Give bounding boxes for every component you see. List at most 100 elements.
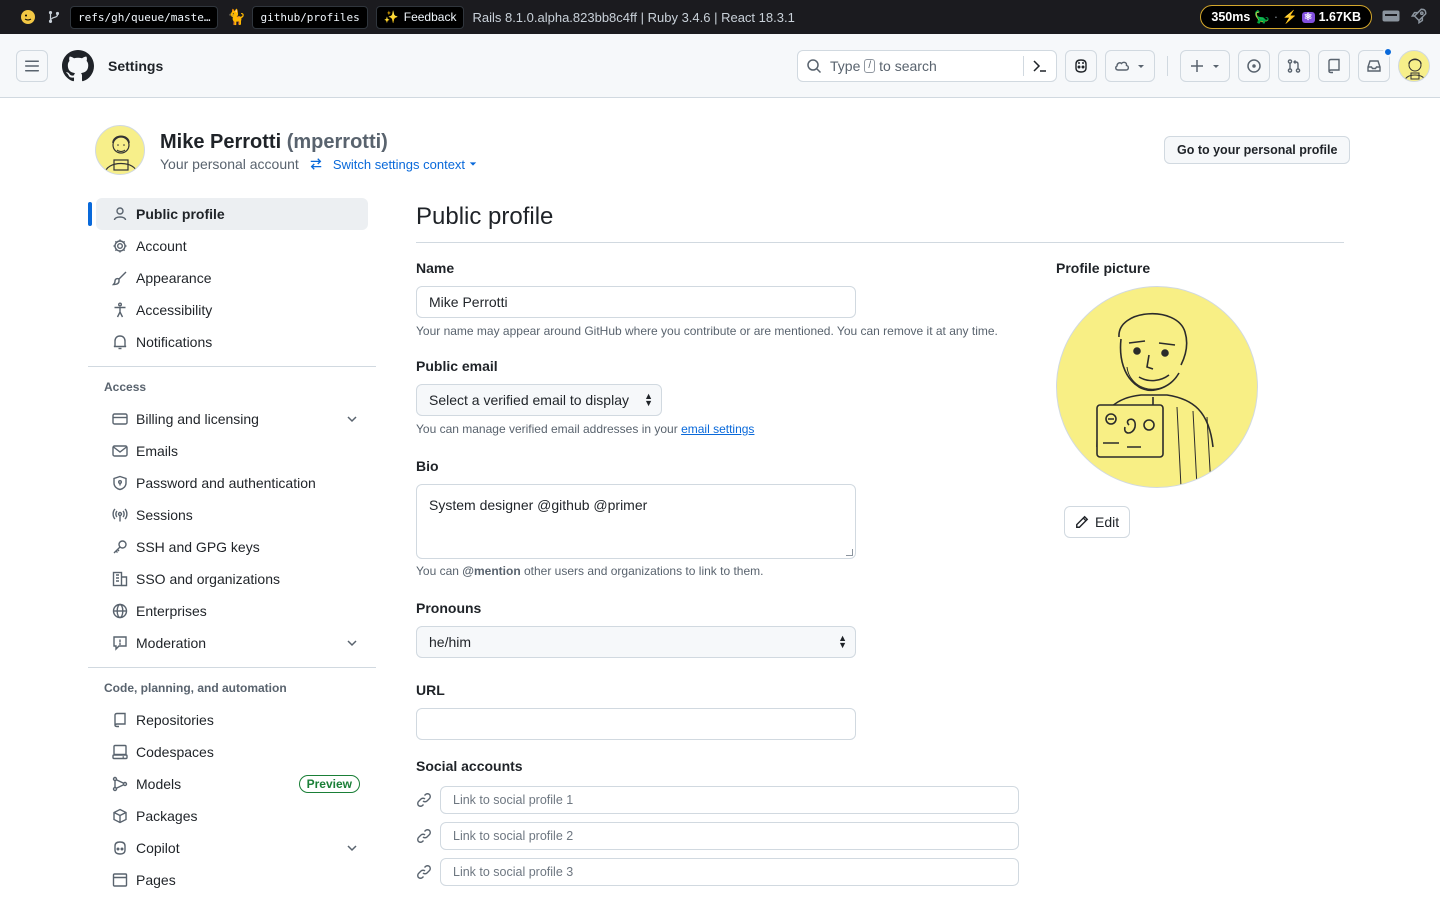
sidebar-item-label: Codespaces [136,744,214,760]
sidebar-item-enterprises[interactable]: Enterprises [96,595,368,627]
app-header: Settings Type / to search [0,34,1440,98]
dino-icon: 🦕 [1254,9,1270,24]
person-icon [113,207,127,221]
sidebar-divider [88,366,376,367]
bio-label: Bio [416,458,439,474]
sidebar-item-pages[interactable]: Pages [96,864,368,896]
globe-icon [112,603,128,619]
sidebar-item-billing[interactable]: Billing and licensing [96,403,368,435]
public-email-select[interactable]: Select a verified email to display ▲ ▼ [416,384,662,416]
caret-down-icon [469,162,477,166]
main-content: Public profile Name Mike Perrotti Your n… [416,198,1344,886]
settings-sidebar: Public profile Account Appearance Access… [88,198,376,896]
sidebar-item-ssh-gpg[interactable]: SSH and GPG keys [96,531,368,563]
github-logo-icon[interactable] [62,49,94,82]
shield-lock-icon [113,475,127,491]
profile-picture-section: Profile picture Edit [1056,260,1258,538]
react-icon: ⚛ [1301,11,1315,23]
social-link-field-1[interactable]: Link to social profile 1 [440,786,1019,814]
name-field[interactable]: Mike Perrotti [416,286,856,318]
perf-size: 1.67KB [1318,10,1361,24]
keyboard-icon[interactable] [1382,10,1400,25]
social-link-field-2[interactable]: Link to social profile 2 [440,822,1019,850]
copilot-menu-button[interactable] [1105,50,1155,82]
sidebar-item-notifications[interactable]: Notifications [96,326,368,358]
sidebar-heading-code: Code, planning, and automation [104,681,287,695]
social-row: Link to social profile 1 [416,786,1019,814]
emoji-icon[interactable] [18,7,38,27]
repositories-button[interactable] [1318,50,1350,82]
pronouns-value: he/him [429,634,472,650]
search-input[interactable]: Type / to search [797,50,1057,82]
organization-icon [112,571,128,587]
sidebar-item-label: Repositories [136,712,214,728]
credit-card-icon [112,413,128,425]
sidebar-item-codespaces[interactable]: Codespaces [96,736,368,768]
command-palette-button[interactable] [1023,56,1048,76]
repo-icon [114,712,126,728]
sidebar-item-label: Emails [136,443,179,459]
bio-textarea[interactable]: System designer @github @primer [416,484,856,559]
sidebar-heading-access: Access [104,380,147,394]
performance-badge[interactable]: 350ms 🦕 · ⚡ ⚛ 1.67KB [1200,5,1372,29]
sidebar-item-emails[interactable]: Emails [96,435,368,467]
pull-requests-button[interactable] [1278,50,1310,82]
pencil-icon [1076,515,1089,528]
rocket-icon[interactable] [1410,7,1428,28]
models-icon [112,776,128,792]
copilot-icon [114,841,126,855]
sidebar-item-packages[interactable]: Packages [96,800,368,832]
account-avatar[interactable] [95,125,145,175]
repo-pill[interactable]: github/profiles [252,5,368,29]
plus-icon [1191,60,1203,72]
version-info: Rails 8.1.0.alpha.823bb8c4ff | Ruby 3.4.… [472,9,795,25]
browser-icon [112,873,128,887]
sidebar-item-sso[interactable]: SSO and organizations [96,563,368,595]
sidebar-item-sessions[interactable]: Sessions [96,499,368,531]
branch-pill[interactable]: refs/gh/queue/maste… [70,5,219,29]
sidebar-item-password[interactable]: Password and authentication [96,467,368,499]
sidebar-item-account[interactable]: Account [96,230,368,262]
sidebar-item-repositories[interactable]: Repositories [96,704,368,736]
sidebar-item-accessibility[interactable]: Accessibility [96,294,368,326]
notifications-button[interactable] [1358,47,1393,82]
sidebar-divider [88,667,376,668]
gear-icon [113,239,127,253]
chevron-down-icon [347,640,357,647]
sidebar-item-label: Sessions [136,507,193,523]
header-title[interactable]: Settings [108,58,163,74]
sidebar-item-appearance[interactable]: Appearance [96,262,368,294]
page-title: Public profile [416,203,554,230]
issues-button[interactable] [1238,50,1270,82]
social-accounts-list: Link to social profile 1 Link to social … [416,786,1019,886]
user-avatar[interactable] [1398,50,1430,82]
sidebar-item-public-profile[interactable]: Public profile [88,198,368,230]
sidebar-item-label: Moderation [136,635,207,651]
sidebar-item-label: Notifications [136,334,213,350]
edit-picture-button[interactable]: Edit [1064,506,1131,538]
social-link-field-3[interactable]: Link to social profile 3 [440,858,1019,886]
sidebar-item-copilot[interactable]: Copilot [96,832,368,864]
profile-picture [1056,286,1258,488]
account-name: Mike Perrotti (mperrotti) [160,128,477,156]
copilot-button[interactable] [1065,50,1097,82]
repo-icon [1328,58,1340,74]
url-field[interactable] [416,708,856,740]
header-divider [1167,56,1168,76]
sidebar-item-moderation[interactable]: Moderation [96,627,368,659]
feedback-button[interactable]: ✨ Feedback [375,5,465,29]
chevron-down-icon [347,416,357,423]
search-icon [807,59,822,74]
pronouns-select[interactable]: he/him ▲ ▼ [416,626,856,658]
profile-picture-label: Profile picture [1056,260,1151,276]
sidebar-item-label: Account [136,238,187,254]
switch-context-button[interactable]: Switch settings context [309,157,477,172]
email-settings-link[interactable]: email settings [681,422,754,436]
go-to-profile-button[interactable]: Go to your personal profile [1164,136,1351,164]
sidebar-item-label: Public profile [136,206,225,222]
create-new-button[interactable] [1180,50,1230,82]
menu-button[interactable] [16,49,48,82]
chevron-down-icon [347,845,357,852]
copilot-icon [1075,59,1087,73]
sidebar-item-models[interactable]: Models Preview [96,768,368,800]
